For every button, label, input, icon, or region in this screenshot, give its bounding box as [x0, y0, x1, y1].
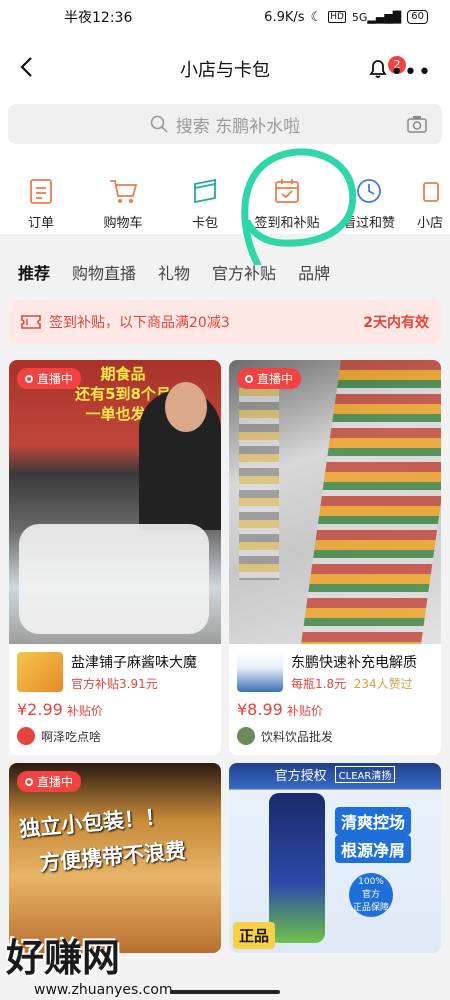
- quick-item-shop[interactable]: 小店: [410, 176, 450, 231]
- basket-area: [19, 524, 209, 634]
- product-image: 直播中: [229, 360, 441, 644]
- status-bar: 半夜12:36 6.9K/s ☾ HD 5G▂▄▆█ 60: [0, 0, 450, 34]
- quick-item-order[interactable]: 订单: [0, 176, 82, 231]
- product-image: 独立小包装！！ 方便携带不浪费 直播中: [9, 763, 221, 953]
- shelf-right: [301, 360, 441, 644]
- calendar-check-icon: [275, 179, 299, 203]
- signal-icon: 5G▂▄▆█: [351, 10, 402, 24]
- product-name: 盐津铺子麻酱味大魔: [71, 655, 197, 671]
- product-thumbnail: [17, 652, 63, 692]
- product-price: ¥2.99 补贴价: [17, 700, 103, 719]
- watermark: 好赚网: [6, 936, 121, 980]
- clock-icon: [357, 179, 381, 203]
- product-image: 期食品 还有5到8个月 一单也发货 直播中: [9, 360, 221, 644]
- product-card[interactable]: 期食品 还有5到8个月 一单也发货 直播中 盐津铺子麻酱味大魔 官方补贴3.91…: [9, 360, 221, 755]
- shop-info[interactable]: 饮料饮品批发: [237, 727, 433, 745]
- network-speed: 6.9K/s: [264, 9, 305, 25]
- product-subsidy: 官方补贴3.91元: [71, 677, 158, 691]
- order-icon: [30, 179, 52, 204]
- hd-icon: HD: [328, 11, 346, 23]
- live-badge: 直播中: [237, 368, 302, 389]
- more-icon[interactable]: •••: [390, 60, 432, 85]
- product-price: ¥8.99 补贴价: [237, 700, 323, 719]
- camera-icon[interactable]: [406, 114, 428, 134]
- live-badge: 直播中: [17, 771, 82, 792]
- product-card[interactable]: 独立小包装！！ 方便携带不浪费 直播中: [9, 763, 221, 953]
- moon-icon: ☾: [310, 9, 323, 25]
- battery-icon: 60: [407, 10, 428, 24]
- subsidy-banner[interactable]: 签到补贴，以下商品满20减3 2天内有效: [9, 300, 441, 344]
- search-icon: [150, 115, 168, 133]
- product-card[interactable]: 直播中 东鹏快速补充电解质 每瓶1.8元 234人赞过 ¥8.99 补贴价 饮料饮…: [229, 360, 441, 755]
- tab-brand[interactable]: 品牌: [298, 260, 330, 284]
- search-input[interactable]: 搜索 东鹏补水啦: [8, 104, 442, 144]
- shop-icon: [423, 182, 439, 202]
- quick-item-cart[interactable]: 购物车: [82, 176, 164, 231]
- tab-live-shopping[interactable]: 购物直播: [72, 260, 136, 284]
- banner-validity: 2天内有效: [363, 315, 429, 331]
- bell-icon[interactable]: [366, 56, 390, 80]
- quick-item-viewed-liked[interactable]: 看过和赞: [328, 176, 410, 231]
- status-time: 半夜12:36: [64, 10, 133, 26]
- watermark-url: www.zhuanyes.com: [34, 982, 173, 998]
- product-card[interactable]: 官方授权 CLEAR清扬 清爽控场 根源净屑 100% 官方 正品保障 正品: [229, 763, 441, 953]
- tab-official-subsidy[interactable]: 官方补贴: [212, 260, 276, 284]
- product-thumbnail: [237, 652, 283, 692]
- product-likes: 234人赞过: [353, 677, 413, 691]
- product-grid: 期食品 还有5到8个月 一单也发货 直播中 盐津铺子麻酱味大魔 官方补贴3.91…: [0, 344, 450, 953]
- back-arrow-icon[interactable]: [14, 54, 40, 80]
- quick-actions: 订单 购物车 卡包 签到和补贴 看过和赞 小店: [0, 156, 450, 244]
- guarantee-badge: 100% 官方 正品保障: [349, 873, 393, 917]
- shop-avatar: [237, 727, 255, 745]
- page-title: 小店与卡包: [180, 60, 270, 81]
- card-wallet-icon: [194, 178, 216, 204]
- quick-item-checkin-subsidy[interactable]: 签到和补贴: [246, 176, 328, 231]
- navbar: 小店与卡包 2 •••: [0, 34, 450, 104]
- shop-info[interactable]: 啊泽吃点啥: [17, 727, 213, 745]
- shop-avatar: [17, 727, 35, 745]
- product-name: 东鹏快速补充电解质: [291, 655, 417, 671]
- category-tabs: 推荐 购物直播 礼物 官方补贴 品牌: [0, 244, 450, 300]
- person-head: [165, 382, 207, 432]
- shampoo-bottle: [269, 793, 325, 943]
- banner-text: 签到补贴，以下商品满20减3: [49, 315, 230, 331]
- shelf-left: [239, 380, 279, 580]
- quick-item-card-wallet[interactable]: 卡包: [164, 176, 246, 231]
- tab-gift[interactable]: 礼物: [158, 260, 190, 284]
- tab-recommend[interactable]: 推荐: [18, 260, 50, 284]
- cart-icon: [110, 180, 138, 203]
- live-badge: 直播中: [17, 368, 82, 389]
- search-placeholder: 搜索 东鹏补水啦: [175, 116, 301, 137]
- ticket-icon: [21, 315, 41, 329]
- product-image: 官方授权 CLEAR清扬 清爽控场 根源净屑 100% 官方 正品保障 正品: [229, 763, 441, 953]
- product-unit-price: 每瓶1.8元: [291, 677, 347, 691]
- home-indicator[interactable]: [170, 990, 280, 994]
